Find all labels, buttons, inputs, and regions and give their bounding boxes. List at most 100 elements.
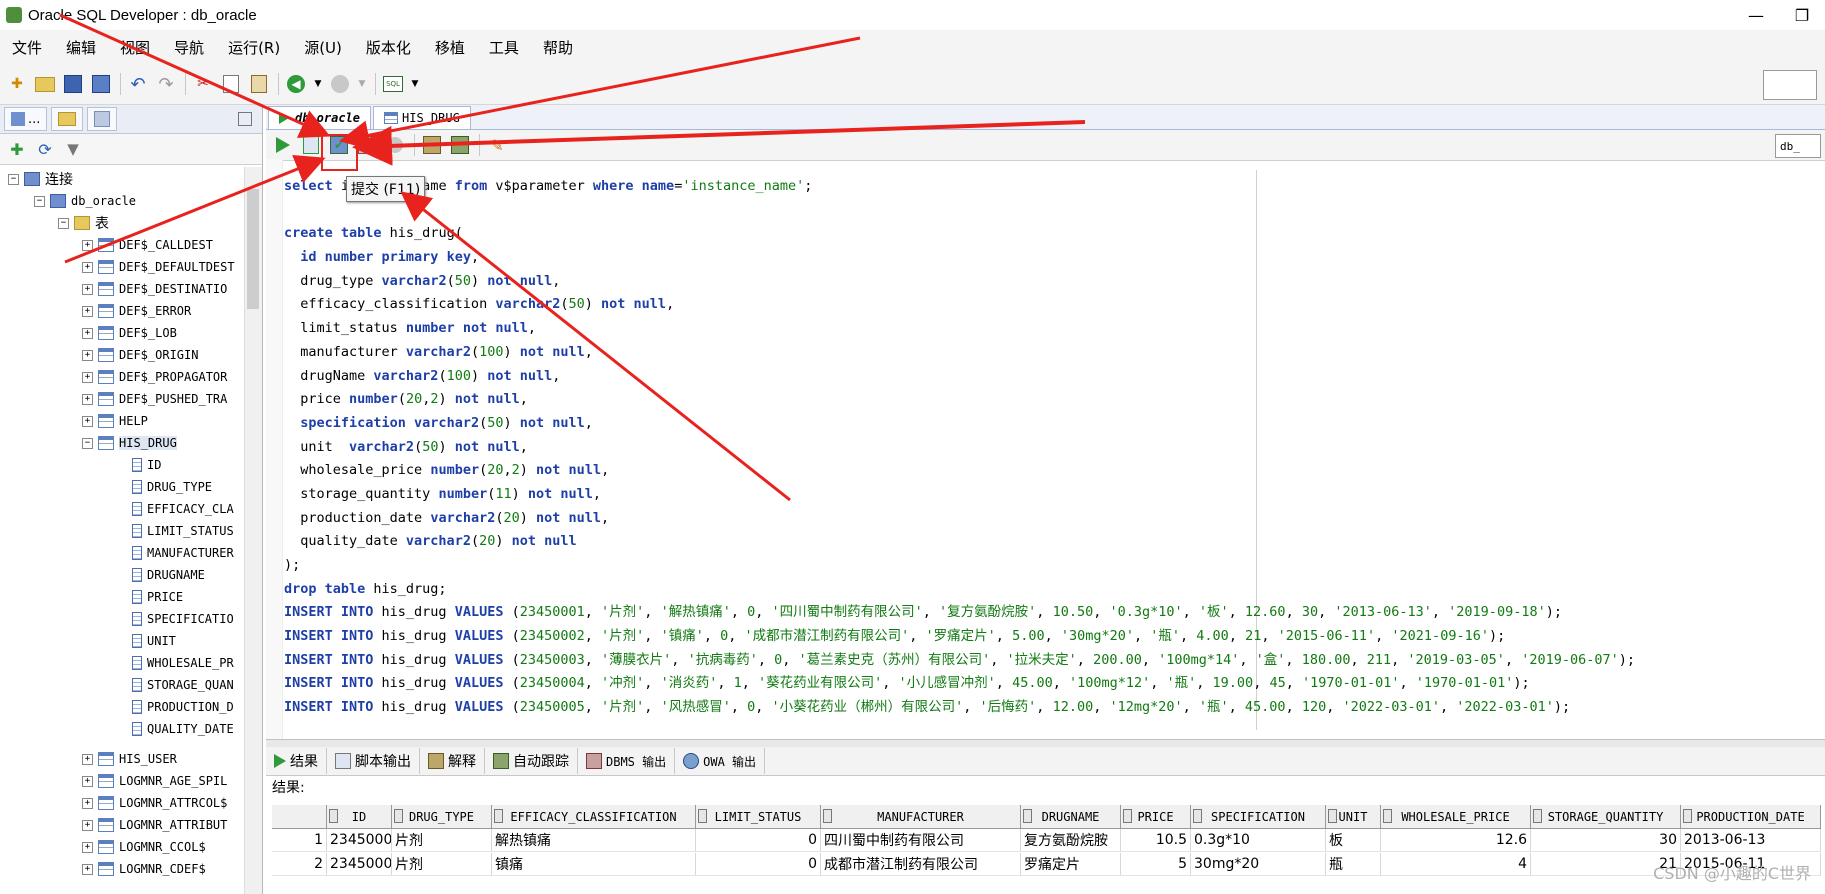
tree-node-column[interactable]: LIMIT_STATUS <box>132 521 234 541</box>
column-header[interactable]: DRUG_TYPE <box>392 805 492 828</box>
menu-help[interactable]: 帮助 <box>531 37 585 58</box>
tree-node-table[interactable]: + LOGMNR_AGE_SPIL <box>82 771 227 791</box>
cell[interactable]: 30 <box>1531 829 1681 852</box>
cell[interactable]: 23450002 <box>327 853 392 876</box>
minimize-button[interactable]: — <box>1733 0 1779 30</box>
column-header[interactable]: WHOLESALE_PRICE <box>1381 805 1531 828</box>
collapse-icon[interactable]: − <box>8 173 19 185</box>
open-folder-icon[interactable] <box>34 73 56 95</box>
dropdown-icon[interactable]: ▼ <box>357 73 367 95</box>
table-row[interactable]: 1 23450001 片剂 解热镇痛 0 四川蜀中制药有限公司 复方氨酚烷胺 1… <box>272 829 1821 852</box>
menu-file[interactable]: 文件 <box>0 37 54 58</box>
tree-node-table[interactable]: + DEF$_PROPAGATOR <box>82 367 227 387</box>
column-header[interactable]: DRUGNAME <box>1021 805 1121 828</box>
tree-node-column[interactable]: PRICE <box>132 587 183 607</box>
run-script-icon[interactable] <box>300 134 322 156</box>
tree-node-table[interactable]: + LOGMNR_CCOL$ <box>82 837 206 857</box>
refresh-icon[interactable]: ⟳ <box>34 138 56 160</box>
dropdown-icon[interactable]: ▼ <box>313 73 323 95</box>
tree-node-table[interactable]: + DEF$_PUSHED_TRA <box>82 389 227 409</box>
redo-icon[interactable]: ↷ <box>155 73 177 95</box>
tree-node-table[interactable]: + DEF$_ERROR <box>82 301 191 321</box>
cell[interactable]: 23450001 <box>327 829 392 852</box>
tree-node-column[interactable]: DRUG_TYPE <box>132 477 212 497</box>
menu-versioning[interactable]: 版本化 <box>354 37 423 58</box>
new-connection-icon[interactable]: ✚ <box>6 138 28 160</box>
tree-node-table[interactable]: + DEF$_DESTINATIO <box>82 279 227 299</box>
column-header[interactable]: ID <box>327 805 392 828</box>
cell[interactable]: 片剂 <box>392 829 492 852</box>
tab-owa-output[interactable]: OWA 输出 <box>675 748 766 774</box>
column-header[interactable]: SPECIFICATION <box>1191 805 1326 828</box>
tree-node-tables[interactable]: − 表 <box>58 213 109 233</box>
menu-edit[interactable]: 编辑 <box>54 37 108 58</box>
autotrace-icon[interactable] <box>449 134 471 156</box>
cell[interactable]: 四川蜀中制药有限公司 <box>821 829 1021 852</box>
tree-node-db-oracle[interactable]: − db_oracle <box>34 191 136 211</box>
minimize-panel-icon[interactable] <box>238 112 252 126</box>
tree-node-table[interactable]: + LOGMNR_CDEF$ <box>82 859 206 879</box>
tab-reports[interactable] <box>87 107 118 131</box>
tree-node-table[interactable]: + HIS_USER <box>82 749 177 769</box>
column-header[interactable]: UNIT <box>1326 805 1381 828</box>
tab-explain[interactable]: 解释 <box>420 748 485 774</box>
cell[interactable]: 0 <box>696 853 821 876</box>
tab-his-drug[interactable]: HIS_DRUG <box>373 106 471 129</box>
run-statement-icon[interactable] <box>272 134 294 156</box>
save-icon[interactable] <box>62 73 84 95</box>
tree-node-column[interactable]: STORAGE_QUAN <box>132 675 234 695</box>
tree-node-table[interactable]: + DEF$_ORIGIN <box>82 345 198 365</box>
paste-icon[interactable] <box>248 73 270 95</box>
menu-view[interactable]: 视图 <box>108 37 162 58</box>
forward-icon[interactable] <box>329 73 351 95</box>
tree-node-column[interactable]: DRUGNAME <box>132 565 205 585</box>
tree-node-column[interactable]: WHOLESALE_PR <box>132 653 234 673</box>
cell[interactable]: 片剂 <box>392 853 492 876</box>
cell[interactable]: 5 <box>1121 853 1191 876</box>
connection-selector[interactable]: db_ <box>1775 134 1821 158</box>
tree-node-his-drug[interactable]: − HIS_DRUG <box>82 433 177 453</box>
new-icon[interactable]: ✚ <box>6 73 28 95</box>
cell[interactable]: 2013-06-13 <box>1681 829 1821 852</box>
collapse-icon[interactable]: − <box>34 195 45 207</box>
tree-node-column[interactable]: ID <box>132 455 161 475</box>
sql-editor[interactable]: select instance_name from v$parameter wh… <box>284 175 1814 723</box>
menu-source[interactable]: 源(U) <box>292 37 354 58</box>
cell[interactable]: 12.6 <box>1381 829 1531 852</box>
dropdown-icon[interactable]: ▼ <box>410 73 420 95</box>
tree-node-column[interactable]: PRODUCTION_D <box>132 697 234 717</box>
copy-icon[interactable] <box>220 73 242 95</box>
cell[interactable]: 0 <box>696 829 821 852</box>
menu-run[interactable]: 运行(R) <box>216 37 292 58</box>
tab-dbms-output[interactable]: DBMS 输出 <box>578 748 676 774</box>
tree-node-table[interactable]: + HELP <box>82 411 148 431</box>
cell[interactable]: 镇痛 <box>492 853 696 876</box>
sql-worksheet-icon[interactable]: SQL <box>382 73 404 95</box>
cell[interactable]: 解热镇痛 <box>492 829 696 852</box>
table-row[interactable]: 2 23450002 片剂 镇痛 0 成都市潜江制药有限公司 罗痛定片 5 30… <box>272 853 1821 876</box>
cell[interactable]: 4 <box>1381 853 1531 876</box>
results-grid[interactable]: ID DRUG_TYPE EFFICACY_CLASSIFICATION LIM… <box>272 805 1825 894</box>
tab-files[interactable] <box>51 107 84 131</box>
column-header[interactable]: LIMIT_STATUS <box>696 805 821 828</box>
undo-icon[interactable]: ↶ <box>127 73 149 95</box>
tab-script-output[interactable]: 脚本输出 <box>327 748 420 774</box>
column-header[interactable]: STORAGE_QUANTITY <box>1531 805 1681 828</box>
tab-db-oracle[interactable]: db_oracle <box>268 106 372 129</box>
clear-icon[interactable]: ✎ <box>486 134 508 156</box>
column-header[interactable]: MANUFACTURER <box>821 805 1021 828</box>
tree-node-table[interactable]: + DEF$_DEFAULTDEST <box>82 257 235 277</box>
collapse-icon[interactable]: − <box>58 217 69 229</box>
filter-icon[interactable]: ▼ <box>62 138 84 160</box>
tree-node-table[interactable]: + DEF$_LOB <box>82 323 177 343</box>
tree-node-column[interactable]: UNIT <box>132 631 176 651</box>
cancel-icon[interactable] <box>384 134 406 156</box>
menu-migration[interactable]: 移植 <box>423 37 477 58</box>
explain-plan-icon[interactable] <box>421 134 443 156</box>
save-all-icon[interactable] <box>90 73 112 95</box>
tree-node-column[interactable]: QUALITY_DATE <box>132 719 234 739</box>
scrollbar-thumb[interactable] <box>247 189 259 309</box>
tree-node-table[interactable]: + LOGMNR_ATTRCOL$ <box>82 793 227 813</box>
column-header[interactable]: EFFICACY_CLASSIFICATION <box>492 805 696 828</box>
menu-tools[interactable]: 工具 <box>477 37 531 58</box>
